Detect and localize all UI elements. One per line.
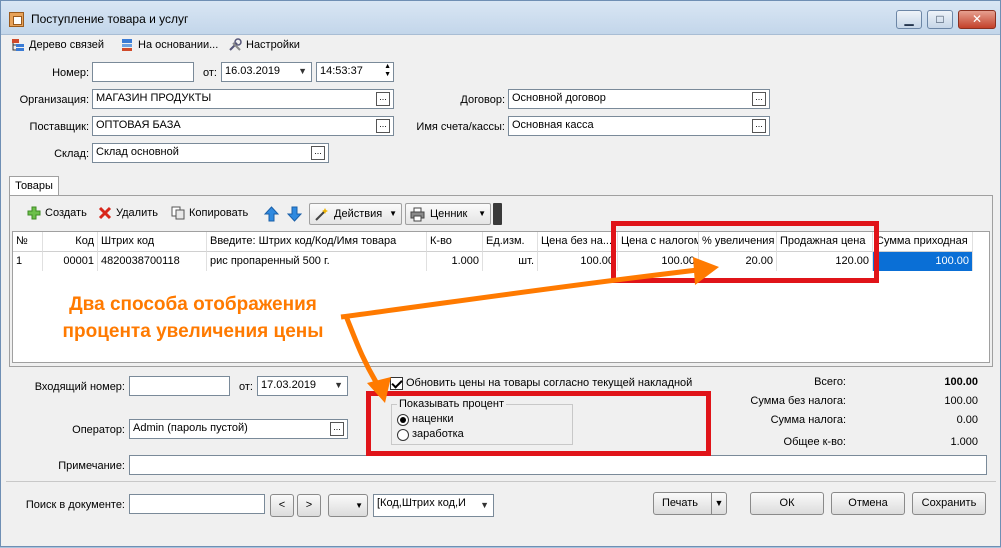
arrow-to-table [340,266,707,320]
arrow-to-radio [343,315,382,389]
callout-text: Два способа отображения процента увеличе… [48,291,338,345]
arrowhead-table [693,257,719,285]
annotation-arrows [340,257,719,403]
callout-line-1: Два способа отображения [69,294,317,315]
arrowhead-radio [367,377,391,403]
callout-line-2: процента увеличения цены [62,321,324,342]
document-window: Поступление товара и услуг ▁ □ ✕ Дерево … [0,0,1001,547]
